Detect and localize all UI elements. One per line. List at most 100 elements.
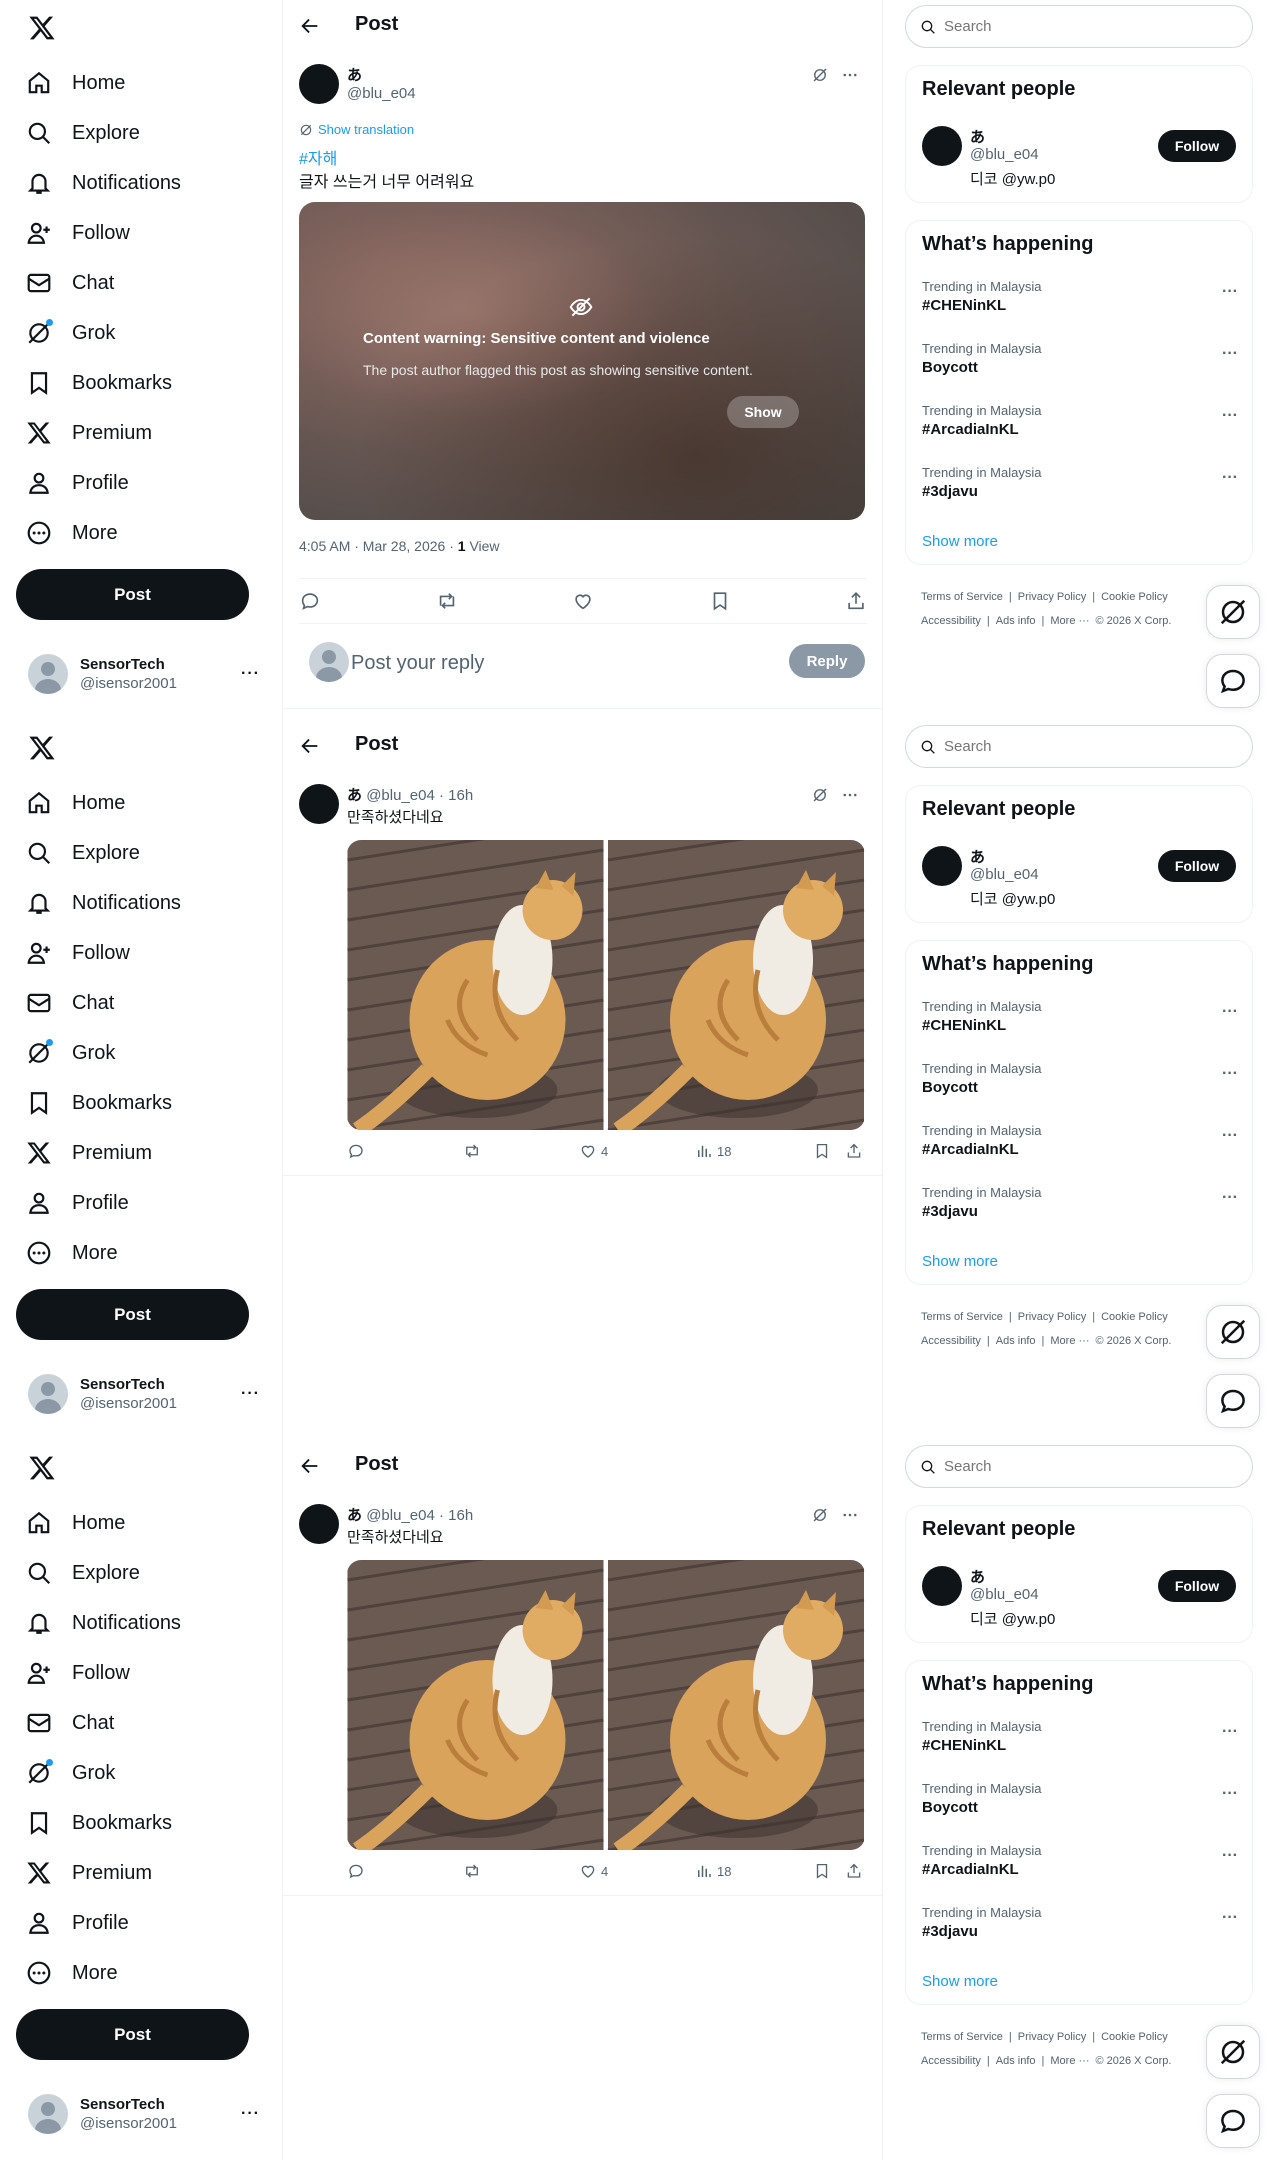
person-handle[interactable]: @blu_e04 [970,1586,1039,1603]
retweet-icon[interactable] [463,1142,481,1160]
cat-photo-right[interactable] [607,840,865,1130]
show-more-link[interactable]: Show more [922,533,998,550]
more-icon[interactable] [841,66,859,84]
nav-explore[interactable]: Explore [16,1548,266,1598]
account-switcher[interactable]: SensorTech @isensor2001 ··· [18,1368,268,1420]
follow-button[interactable]: Follow [1158,850,1236,882]
back-arrow-icon[interactable] [299,1455,321,1477]
back-arrow-icon[interactable] [299,15,321,37]
more-icon[interactable]: ··· [241,665,260,683]
footer-link[interactable]: Privacy Policy [1018,1311,1086,1323]
footer-link[interactable]: More ··· [1050,1335,1089,1347]
reply-icon[interactable] [299,590,321,612]
nav-chat[interactable]: Chat [16,258,266,308]
grok-fab[interactable] [1206,585,1260,639]
nav-home[interactable]: Home [16,58,266,108]
nav-home[interactable]: Home [16,778,266,828]
bookmark-icon[interactable] [813,1142,831,1160]
avatar[interactable] [922,1566,962,1606]
more-icon[interactable]: ··· [1222,283,1238,301]
views-button[interactable]: 18 [695,1862,731,1880]
x-logo-icon[interactable] [28,14,56,42]
cat-photo-left[interactable] [347,840,604,1130]
more-icon[interactable]: ··· [241,1385,260,1403]
chat-fab[interactable] [1206,2094,1260,2148]
like-button[interactable]: 4 [579,1142,608,1160]
nav-premium[interactable]: Premium [16,408,266,458]
nav-profile[interactable]: Profile [16,1898,266,1948]
like-icon[interactable] [572,590,594,612]
follow-button[interactable]: Follow [1158,130,1236,162]
more-icon[interactable]: ··· [1222,1909,1238,1927]
trend-item[interactable]: Trending in Malaysia Boycott ··· [922,341,1238,387]
post-button[interactable]: Post [16,2009,249,2060]
more-icon[interactable]: ··· [1222,1785,1238,1803]
trend-item[interactable]: Trending in Malaysia Boycott ··· [922,1061,1238,1107]
nav-premium[interactable]: Premium [16,1128,266,1178]
avatar[interactable] [299,784,339,824]
nav-bookmarks[interactable]: Bookmarks [16,358,266,408]
like-button[interactable]: 4 [579,1862,608,1880]
footer-link[interactable]: More ··· [1050,615,1089,627]
person-handle[interactable]: @blu_e04 [970,866,1039,883]
nav-notifications[interactable]: Notifications [16,1598,266,1648]
grok-icon[interactable] [811,1506,829,1524]
footer-link[interactable]: Cookie Policy [1101,2031,1168,2043]
hashtag-link[interactable]: #자해 [299,145,337,169]
cat-photo-left[interactable] [347,1560,604,1850]
nav-grok[interactable]: Grok [16,1748,266,1798]
share-icon[interactable] [845,590,867,612]
avatar[interactable] [922,846,962,886]
more-icon[interactable]: ··· [1222,407,1238,425]
nav-more[interactable]: More [16,1228,266,1278]
more-icon[interactable]: ··· [1222,1003,1238,1021]
nav-grok[interactable]: Grok [16,1028,266,1078]
trend-item[interactable]: Trending in Malaysia #CHENinKL ··· [922,1719,1238,1765]
trend-item[interactable]: Trending in Malaysia #ArcadiaInKL ··· [922,1843,1238,1889]
nav-explore[interactable]: Explore [16,828,266,878]
search-box[interactable] [905,725,1253,768]
chat-fab[interactable] [1206,1374,1260,1428]
post-button[interactable]: Post [16,569,249,620]
author-handle[interactable]: @blu_e04 · 16h [366,787,473,804]
nav-explore[interactable]: Explore [16,108,266,158]
grok-icon[interactable] [811,786,829,804]
x-logo-icon[interactable] [28,734,56,762]
retweet-icon[interactable] [436,590,458,612]
person-name[interactable]: あ [970,846,985,867]
show-translation-link[interactable]: Show translation [299,122,414,137]
account-switcher[interactable]: SensorTech @isensor2001 ··· [18,648,268,700]
person-handle[interactable]: @blu_e04 [970,146,1039,163]
grok-icon[interactable] [811,66,829,84]
trend-item[interactable]: Trending in Malaysia Boycott ··· [922,1781,1238,1827]
more-icon[interactable]: ··· [1222,345,1238,363]
nav-grok[interactable]: Grok [16,308,266,358]
avatar[interactable] [299,64,339,104]
footer-link[interactable]: Accessibility [921,1335,981,1347]
nav-more[interactable]: More [16,508,266,558]
footer-link[interactable]: Ads info [996,1335,1036,1347]
author-name[interactable]: あ [347,64,362,85]
trend-item[interactable]: Trending in Malaysia #3djavu ··· [922,1185,1238,1231]
nav-chat[interactable]: Chat [16,1698,266,1748]
trend-item[interactable]: Trending in Malaysia #CHENinKL ··· [922,279,1238,325]
footer-link[interactable]: Accessibility [921,2055,981,2067]
views-button[interactable]: 18 [695,1142,731,1160]
nav-profile[interactable]: Profile [16,458,266,508]
trend-item[interactable]: Trending in Malaysia #ArcadiaInKL ··· [922,403,1238,449]
footer-link[interactable]: Cookie Policy [1101,1311,1168,1323]
account-switcher[interactable]: SensorTech @isensor2001 ··· [18,2088,268,2140]
more-icon[interactable]: ··· [1222,1127,1238,1145]
person-name[interactable]: あ [970,1566,985,1587]
trend-item[interactable]: Trending in Malaysia #3djavu ··· [922,1905,1238,1951]
bookmark-icon[interactable] [709,590,731,612]
author-handle[interactable]: @blu_e04 · 16h [366,1507,473,1524]
footer-link[interactable]: Terms of Service [921,591,1003,603]
nav-home[interactable]: Home [16,1498,266,1548]
nav-bookmarks[interactable]: Bookmarks [16,1078,266,1128]
nav-follow[interactable]: Follow [16,928,266,978]
bookmark-icon[interactable] [813,1862,831,1880]
follow-button[interactable]: Follow [1158,1570,1236,1602]
more-icon[interactable]: ··· [241,2105,260,2123]
reply-button[interactable]: Reply [789,644,865,678]
